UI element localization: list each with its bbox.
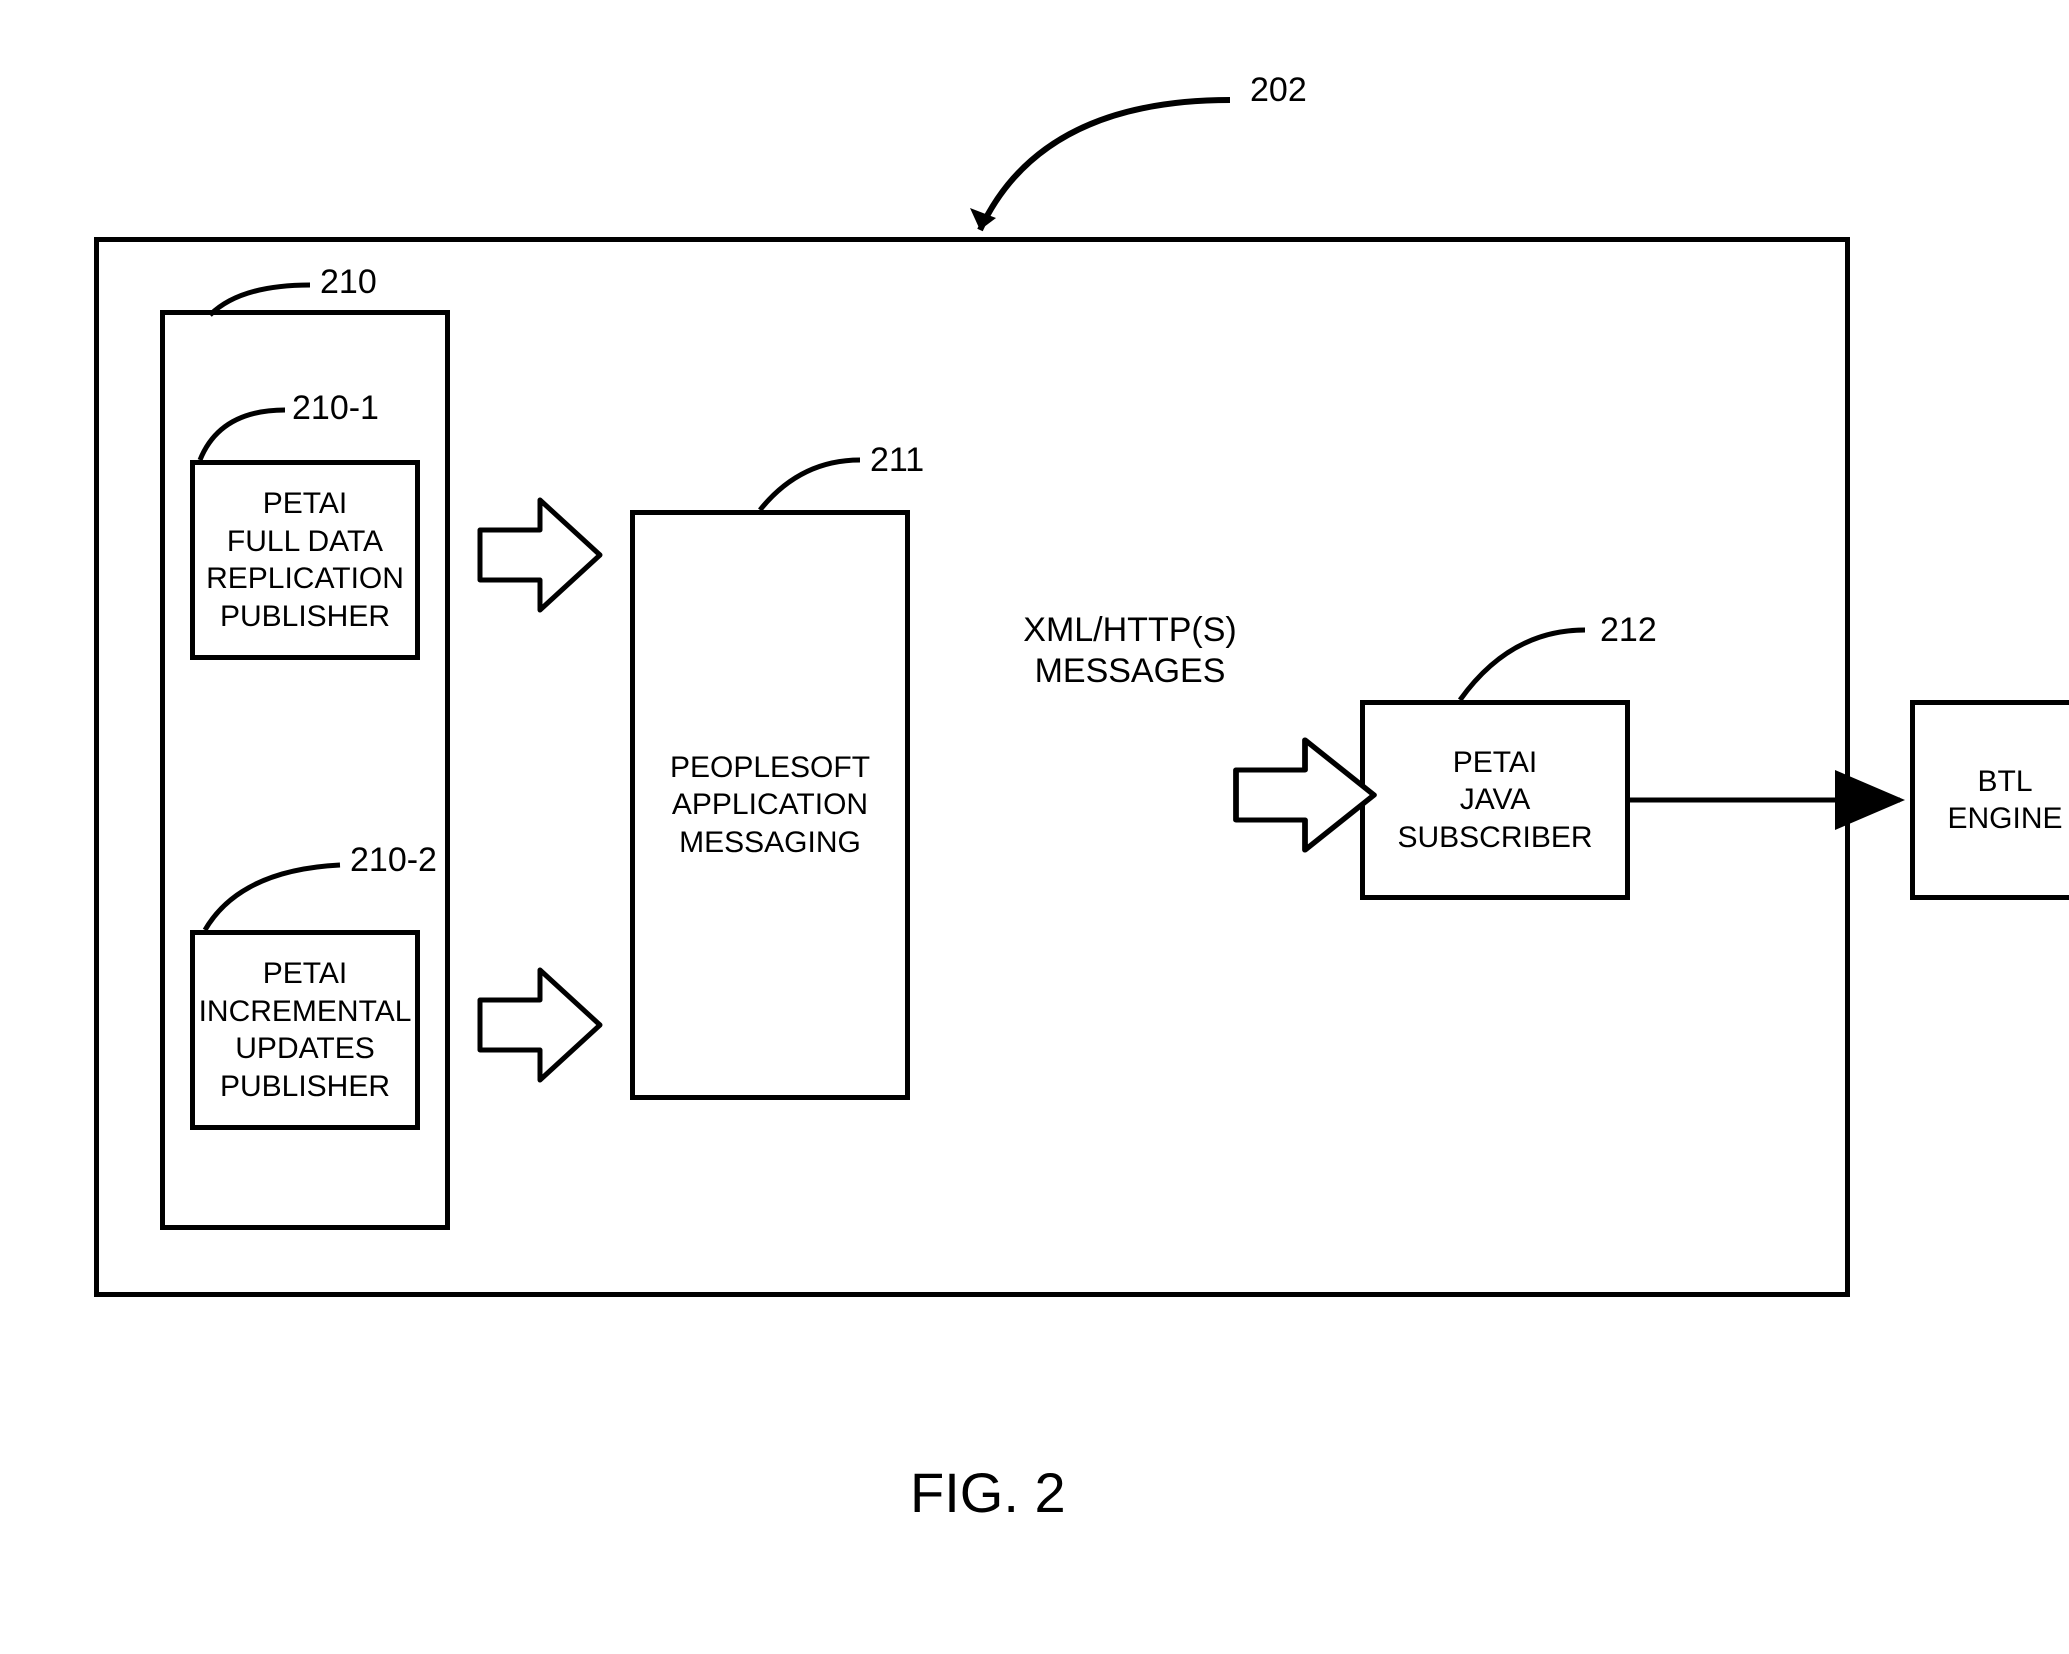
figure-caption: FIG. 2 (910, 1460, 1066, 1525)
subscriber-box: PETAI JAVA SUBSCRIBER (1360, 700, 1630, 900)
diagram-canvas: PETAI FULL DATA REPLICATION PUBLISHER PE… (40, 40, 2069, 1614)
label-210-2: 210-2 (350, 840, 437, 881)
label-210-1: 210-1 (292, 388, 379, 429)
xml-messages-label: XML/HTTP(S) MESSAGES (990, 610, 1270, 692)
fulldata-publisher-box: PETAI FULL DATA REPLICATION PUBLISHER (190, 460, 420, 660)
label-212: 212 (1600, 610, 1657, 651)
leader-202-arrowhead (970, 208, 996, 230)
label-202: 202 (1250, 70, 1307, 111)
btl-engine-box: BTL ENGINE (1910, 700, 2069, 900)
messaging-box: PEOPLESOFT APPLICATION MESSAGING (630, 510, 910, 1100)
label-211: 211 (870, 440, 924, 481)
label-210: 210 (320, 262, 377, 303)
leader-202 (980, 100, 1230, 230)
incremental-publisher-box: PETAI INCREMENTAL UPDATES PUBLISHER (190, 930, 420, 1130)
